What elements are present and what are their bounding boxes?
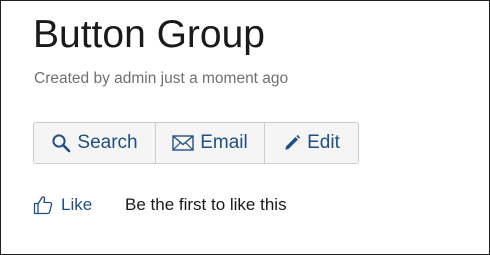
like-row: Like Be the first to like this — [33, 193, 287, 217]
button-group: Search Email Edit — [33, 122, 359, 164]
like-button[interactable]: Like — [33, 195, 125, 215]
thumbs-up-icon — [33, 196, 53, 215]
search-button[interactable]: Search — [34, 123, 155, 163]
edit-button[interactable]: Edit — [264, 123, 358, 163]
email-button-label: Email — [200, 132, 248, 153]
page-title: Button Group — [33, 13, 265, 56]
page-byline: Created by admin just a moment ago — [34, 70, 289, 87]
like-summary: Be the first to like this — [125, 195, 287, 214]
envelope-icon — [172, 135, 194, 151]
like-label: Like — [61, 195, 93, 214]
search-icon — [52, 134, 71, 153]
page-frame: Button Group Created by admin just a mom… — [0, 0, 490, 255]
search-button-label: Search — [77, 132, 138, 153]
edit-button-label: Edit — [307, 132, 340, 153]
email-button[interactable]: Email — [155, 123, 264, 163]
pencil-icon — [285, 134, 301, 150]
